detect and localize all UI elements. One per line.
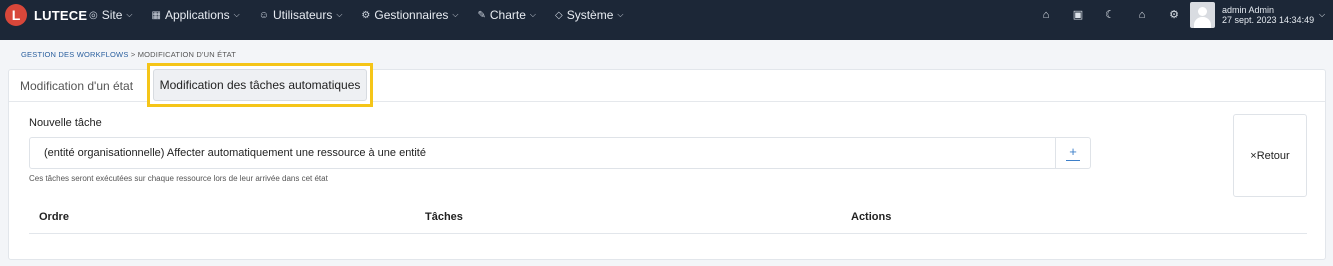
home-icon[interactable]: ⌂ (1030, 7, 1062, 23)
menu-gestionnaires-label: Gestionnaires (374, 8, 449, 22)
lutece-logo[interactable]: L (5, 4, 27, 26)
menu-site-label: Site (101, 8, 123, 22)
main-menu: ◎ Site ⌵ ▦ Applications ⌵ ☺ Utilisateurs… (89, 0, 642, 30)
menu-utilisateurs[interactable]: ☺ Utilisateurs ⌵ (259, 8, 343, 22)
user-menu[interactable]: admin Admin 27 sept. 2023 14:34:49 (1222, 5, 1314, 25)
layout-icon[interactable]: ▣ (1062, 7, 1094, 23)
brush-icon: ✎ (477, 9, 486, 21)
chevron-down-icon[interactable]: ⌵ (1319, 10, 1325, 20)
chevron-down-icon: ⌵ (452, 10, 459, 19)
menu-charte-label: Charte (489, 8, 526, 22)
menu-applications-label: Applications (164, 8, 230, 22)
column-header-actions: Actions (851, 211, 892, 223)
home-alt-icon[interactable]: ⌂ (1126, 7, 1158, 23)
menu-systeme-label: Système (566, 8, 614, 22)
breadcrumb: GESTION DES WORKFLOWS > MODIFICATION D'U… (21, 50, 236, 59)
moon-icon[interactable]: ☾ (1094, 7, 1126, 23)
tab-bar: Modification d'un état Modification des … (9, 63, 1325, 107)
top-navbar: L LUTECE ◎ Site ⌵ ▦ Applications ⌵ ☺ Uti… (0, 0, 1333, 40)
settings-icon[interactable]: ⚙ (1158, 7, 1190, 23)
chevron-down-icon: ⌵ (126, 10, 133, 19)
user-datetime: 27 sept. 2023 14:34:49 (1222, 15, 1315, 25)
add-task-button[interactable]: + (1055, 137, 1091, 169)
grid-icon: ▦ (151, 9, 161, 21)
menu-utilisateurs-label: Utilisateurs (272, 8, 333, 22)
menu-systeme[interactable]: ◇ Système ⌵ (555, 8, 623, 22)
avatar-head (1198, 7, 1207, 16)
back-button[interactable]: ×Retour (1233, 114, 1307, 197)
state-card: Modification d'un état Modification des … (8, 63, 1326, 260)
menu-gestionnaires[interactable]: ⚙ Gestionnaires ⌵ (361, 8, 458, 22)
menu-charte[interactable]: ✎ Charte ⌵ (478, 8, 537, 22)
breadcrumb-parent[interactable]: GESTION DES WORKFLOWS (21, 50, 129, 59)
menu-site[interactable]: ◎ Site ⌵ (89, 8, 133, 22)
chevron-down-icon: ⌵ (336, 10, 343, 19)
chevron-down-icon: ⌵ (617, 10, 624, 19)
plus-icon: + (1069, 144, 1077, 159)
user-avatar[interactable] (1190, 2, 1215, 28)
breadcrumb-separator: > (128, 50, 138, 59)
breadcrumb-current: MODIFICATION D'UN ÉTAT (137, 50, 237, 59)
tab-tasks[interactable]: Modification des tâches automatiques (153, 69, 367, 101)
new-task-label: Nouvelle tâche (29, 117, 102, 129)
column-header-taches: Tâches (425, 211, 463, 223)
add-underline (1066, 160, 1080, 161)
user-name: admin Admin (1222, 5, 1275, 15)
brand-name[interactable]: LUTECE (34, 8, 87, 23)
table-divider (29, 233, 1307, 234)
menu-applications[interactable]: ▦ Applications ⌵ (152, 8, 240, 22)
task-help-text: Ces tâches seront exécutées sur chaque r… (29, 174, 328, 183)
avatar-body (1194, 17, 1211, 28)
column-header-ordre: Ordre (39, 211, 69, 223)
tab-tasks-highlight: Modification des tâches automatiques (147, 63, 373, 107)
chevron-down-icon: ⌵ (529, 10, 536, 19)
tab-state[interactable]: Modification d'un état (20, 70, 133, 102)
users-icon: ☺ (258, 9, 269, 21)
task-select[interactable]: (entité organisationnelle) Affecter auto… (29, 137, 1056, 169)
globe-icon: ◎ (89, 9, 98, 21)
user-cog-icon: ⚙ (361, 9, 371, 21)
chevron-down-icon: ⌵ (233, 10, 240, 19)
shield-icon: ◇ (555, 9, 563, 21)
navbar-icons: ⌂ ▣ ☾ ⌂ ⚙ (1030, 7, 1190, 23)
